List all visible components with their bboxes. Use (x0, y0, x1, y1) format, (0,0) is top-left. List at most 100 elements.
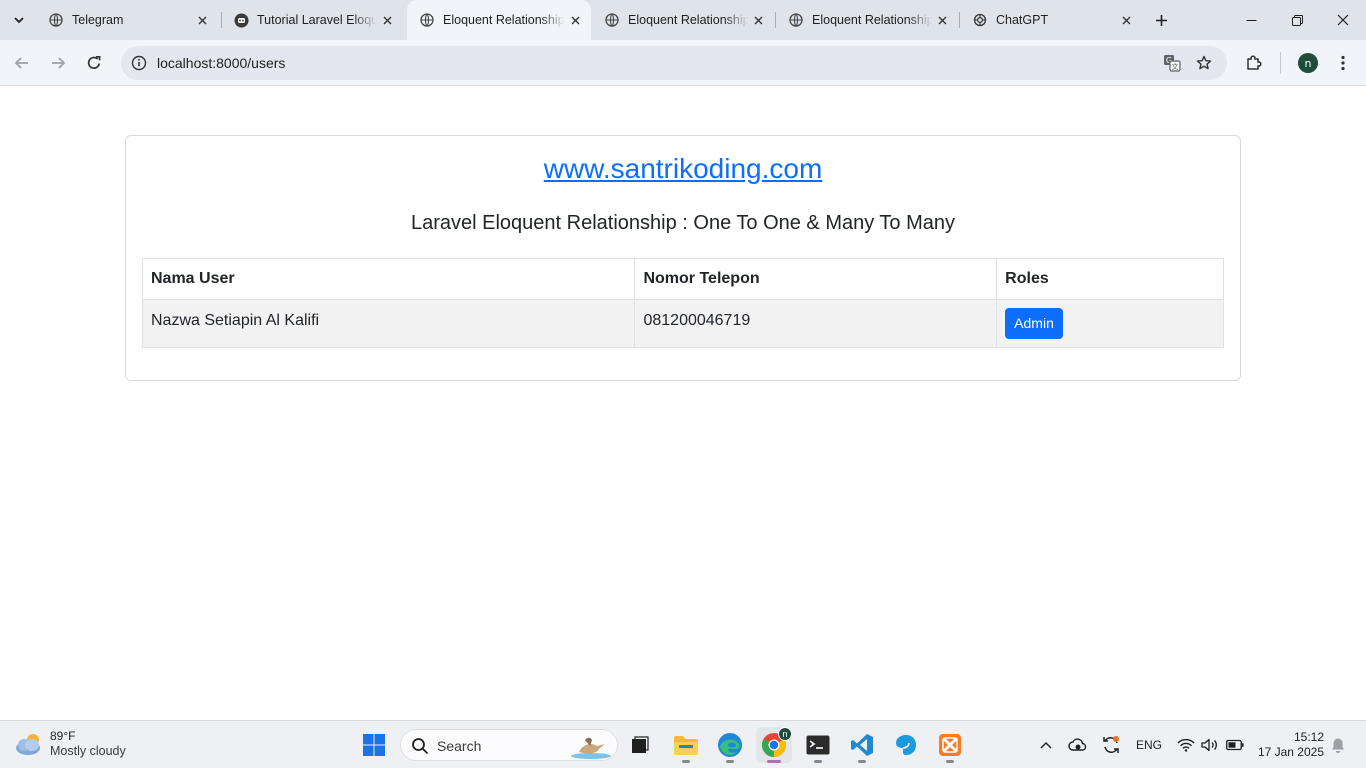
tab-title: Eloquent Relationship (812, 13, 932, 27)
bookmark-star-icon[interactable] (1193, 52, 1215, 74)
close-icon (1337, 14, 1349, 26)
tab-eloquent-relationship-3[interactable]: Eloquent Relationship (776, 5, 958, 35)
translate-icon[interactable]: G文 (1161, 52, 1183, 74)
tab-chatgpt[interactable]: ChatGPT (960, 5, 1142, 35)
arrow-right-icon (52, 57, 66, 69)
extensions-button[interactable] (1240, 49, 1268, 77)
reload-button[interactable] (80, 49, 108, 77)
users-table: Nama User Nomor Telepon Roles Nazwa Seti… (141, 258, 1224, 348)
weather-widget[interactable]: 89°F Mostly cloudy (14, 729, 126, 759)
start-button[interactable] (356, 727, 392, 763)
page-title: Laravel Eloquent Relationship : One To O… (410, 212, 956, 234)
globe-icon (48, 12, 64, 28)
toolbar-divider (1280, 52, 1281, 74)
close-tab-icon[interactable] (932, 10, 952, 30)
taskbar-search[interactable]: Search (400, 729, 618, 761)
task-view-button[interactable] (622, 727, 658, 763)
chrome-profile-badge: n (778, 727, 792, 741)
windows-logo-icon (363, 734, 385, 756)
content-card: www.santrikoding.com Laravel Eloquent Re… (125, 135, 1241, 381)
file-explorer-button[interactable] (668, 727, 704, 763)
sync-tray[interactable] (1099, 733, 1123, 757)
vscode-button[interactable] (844, 727, 880, 763)
puzzle-icon (1247, 55, 1262, 70)
app-button[interactable] (888, 727, 924, 763)
system-clock[interactable]: 15:12 17 Jan 2025 (1254, 730, 1324, 760)
avatar: n (1298, 53, 1318, 73)
notifications-button[interactable] (1328, 733, 1348, 757)
clock-date: 17 Jan 2025 (1257, 745, 1324, 759)
kebab-menu-icon (1341, 55, 1345, 71)
address-url[interactable]: localhost:8000/users (157, 55, 285, 71)
onedrive-tray[interactable] (1066, 733, 1090, 757)
role-badge[interactable]: Admin (1005, 308, 1063, 339)
weather-condition: Mostly cloudy (50, 744, 126, 758)
tab-title: Telegram (72, 13, 124, 27)
xampp-button[interactable] (932, 727, 968, 763)
battery-tray[interactable] (1224, 733, 1246, 757)
search-label: Search (437, 738, 482, 754)
close-tab-icon[interactable] (1116, 10, 1136, 30)
tab-eloquent-relationship-active[interactable]: Eloquent Relationship (407, 0, 591, 40)
site-info-icon[interactable] (129, 53, 149, 73)
search-icon (412, 738, 429, 755)
profile-button[interactable]: n (1294, 49, 1322, 77)
close-tab-icon[interactable] (748, 10, 768, 30)
user-phone-cell: 081200046719 (634, 299, 998, 348)
new-tab-button[interactable] (1148, 7, 1174, 33)
volume-tray[interactable] (1200, 733, 1220, 757)
minimize-icon (1246, 19, 1256, 21)
column-header-phone: Nomor Telepon (634, 258, 998, 300)
task-view-icon (632, 736, 649, 753)
chrome-button[interactable]: n (756, 727, 792, 763)
running-indicator (814, 760, 822, 763)
table-row: Nazwa Setiapin Al Kalifi 081200046719 Ad… (141, 299, 1224, 348)
close-tab-icon[interactable] (377, 10, 397, 30)
back-button[interactable] (8, 49, 36, 77)
tab-title: ChatGPT (996, 13, 1049, 27)
column-header-roles: Roles (996, 258, 1224, 300)
tab-title: Eloquent Relationship (628, 13, 748, 27)
globe-icon (419, 12, 435, 28)
restore-button[interactable] (1274, 0, 1320, 40)
wifi-tray[interactable] (1176, 733, 1196, 757)
reload-icon (87, 55, 101, 69)
address-bar[interactable]: localhost:8000/users G文 (121, 46, 1227, 80)
globe-icon (788, 12, 804, 28)
language-indicator[interactable]: ENG (1132, 733, 1166, 757)
tab-telegram[interactable]: Telegram (36, 5, 218, 35)
running-indicator (767, 760, 781, 763)
arrow-left-icon (14, 57, 28, 69)
restore-icon (1291, 14, 1303, 26)
tab-title: Eloquent Relationship (443, 13, 565, 27)
show-hidden-icons-button[interactable] (1036, 733, 1056, 757)
terminal-icon (806, 735, 830, 755)
chatgpt-icon (972, 12, 988, 28)
chevron-up-icon (1040, 742, 1052, 749)
sync-icon (1103, 736, 1119, 753)
speaker-icon (1201, 738, 1217, 752)
close-tab-icon[interactable] (192, 10, 212, 30)
tab-tutorial-laravel[interactable]: Tutorial Laravel Eloquent (221, 5, 403, 35)
forward-button[interactable] (44, 49, 72, 77)
windows-taskbar: 89°F Mostly cloudy Search n ENG 15:12 17… (0, 720, 1366, 768)
menu-button[interactable] (1329, 49, 1357, 77)
wifi-icon (1177, 738, 1195, 752)
globe-icon (604, 12, 620, 28)
terminal-button[interactable] (800, 727, 836, 763)
xampp-icon (939, 734, 961, 756)
close-window-button[interactable] (1320, 0, 1366, 40)
close-tab-icon[interactable] (565, 10, 585, 30)
user-name-cell: Nazwa Setiapin Al Kalifi (141, 299, 636, 348)
tab-search-button[interactable] (6, 7, 32, 33)
tab-strip: Telegram Tutorial Laravel Eloquent Eloqu… (0, 0, 1366, 40)
app-icon (896, 735, 916, 755)
edge-button[interactable] (712, 727, 748, 763)
site-link[interactable]: www.santrikoding.com (126, 153, 1240, 185)
santrikoding-icon (233, 12, 249, 28)
running-indicator (682, 760, 690, 763)
tab-eloquent-relationship-2[interactable]: Eloquent Relationship (592, 5, 774, 35)
bird-highlight-icon (571, 737, 611, 759)
weather-temperature: 89°F (50, 729, 76, 743)
minimize-button[interactable] (1228, 0, 1274, 40)
